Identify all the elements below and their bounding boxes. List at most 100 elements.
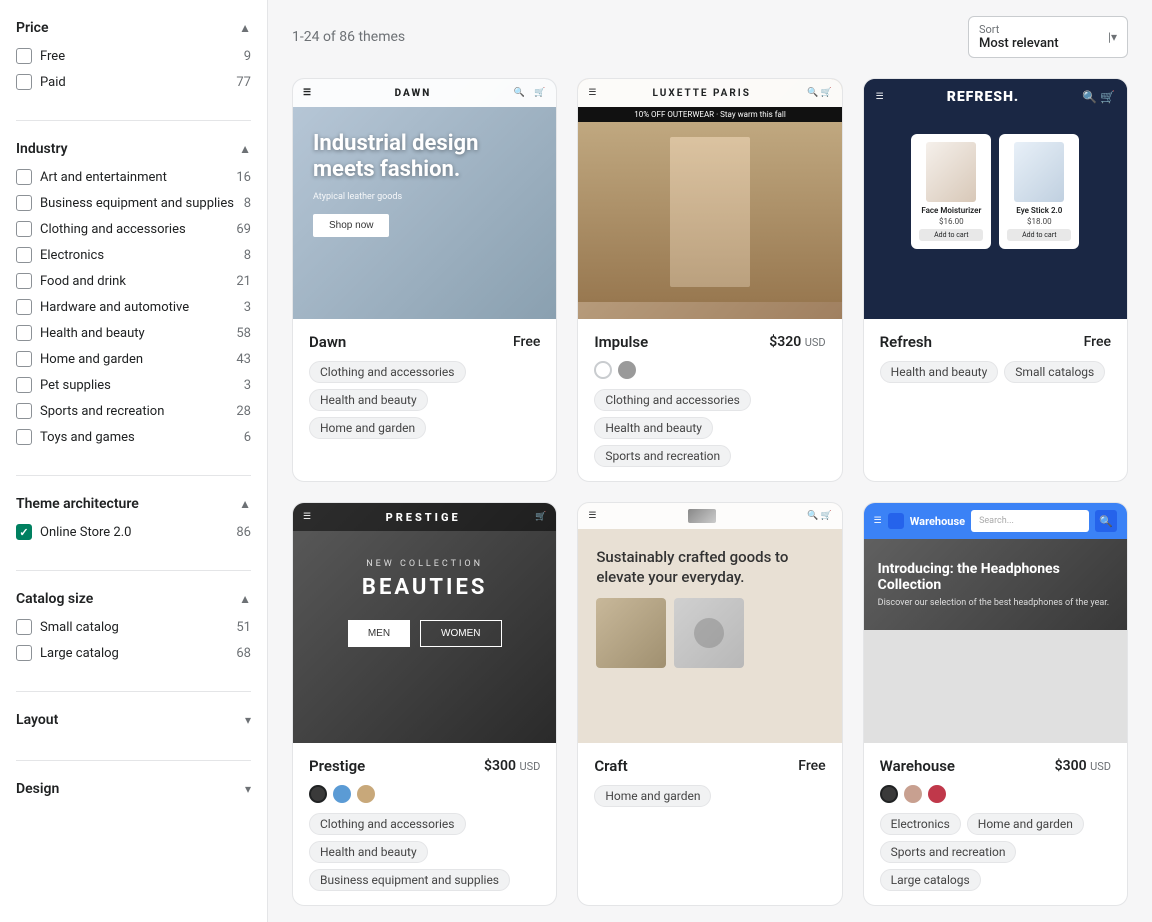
prestige-tag-health[interactable]: Health and beauty xyxy=(309,841,428,863)
sports-checkbox[interactable] xyxy=(16,403,32,419)
art-checkbox[interactable] xyxy=(16,169,32,185)
business-checkbox[interactable] xyxy=(16,195,32,211)
refresh-tag-health[interactable]: Health and beauty xyxy=(880,361,999,383)
prestige-tag-business[interactable]: Business equipment and supplies xyxy=(309,869,510,891)
electronics-checkbox[interactable] xyxy=(16,247,32,263)
warehouse-name: Warehouse xyxy=(880,757,955,775)
theme-card-impulse[interactable]: ☰ LUXETTE PARIS 🔍 🛒 10% OFF OUTERWEAR · … xyxy=(577,78,842,482)
price-chevron-icon: ▲ xyxy=(239,21,251,35)
toys-checkbox[interactable] xyxy=(16,429,32,445)
os2-checkbox[interactable] xyxy=(16,524,32,540)
refresh-price: Free xyxy=(1084,334,1111,350)
industry-filter-section: Industry ▲ Art and entertainment 16 Busi… xyxy=(16,141,251,476)
art-count: 16 xyxy=(236,170,251,185)
filter-item-free: Free 9 xyxy=(16,48,251,64)
warehouse-tag-large[interactable]: Large catalogs xyxy=(880,869,981,891)
hardware-label: Hardware and automotive xyxy=(40,300,189,315)
health-checkbox[interactable] xyxy=(16,325,32,341)
main-content: 1-24 of 86 themes Sort Most relevant |▾ … xyxy=(268,0,1152,922)
refresh-preview: ☰ REFRESH. 🔍 🛒 Face Moisturizer $16.00 A… xyxy=(864,79,1127,319)
food-checkbox[interactable] xyxy=(16,273,32,289)
catalog-header[interactable]: Catalog size ▲ xyxy=(16,591,251,607)
design-title: Design xyxy=(16,781,59,797)
craft-info: Craft Free Home and garden xyxy=(578,743,841,821)
prestige-swatch-tan[interactable] xyxy=(357,785,375,803)
theme-arch-title: Theme architecture xyxy=(16,496,139,512)
price-filter-title: Price xyxy=(16,20,49,36)
large-catalog-checkbox[interactable] xyxy=(16,645,32,661)
sidebar: Price ▲ Free 9 Paid 77 xyxy=(0,0,268,922)
impulse-tag-health[interactable]: Health and beauty xyxy=(594,417,713,439)
theme-arch-section: Theme architecture ▲ Online Store 2.0 86 xyxy=(16,496,251,571)
craft-tag-home[interactable]: Home and garden xyxy=(594,785,711,807)
design-header[interactable]: Design ▾ xyxy=(16,781,251,797)
refresh-product-1: Face Moisturizer $16.00 Add to cart xyxy=(911,134,991,249)
warehouse-swatches xyxy=(880,785,1111,803)
hardware-count: 3 xyxy=(244,300,251,315)
paid-checkbox[interactable] xyxy=(16,74,32,90)
warehouse-info: Warehouse $300 USD Electronics Home and … xyxy=(864,743,1127,905)
warehouse-tag-sports[interactable]: Sports and recreation xyxy=(880,841,1017,863)
warehouse-swatch-red[interactable] xyxy=(928,785,946,803)
clothing-checkbox[interactable] xyxy=(16,221,32,237)
impulse-swatch-gray[interactable] xyxy=(618,361,636,379)
main-header: 1-24 of 86 themes Sort Most relevant |▾ xyxy=(292,16,1128,58)
dawn-price: Free xyxy=(513,334,540,350)
prestige-men-button[interactable]: MEN xyxy=(348,620,410,647)
electronics-label: Electronics xyxy=(40,248,104,263)
warehouse-tag-home[interactable]: Home and garden xyxy=(967,813,1084,835)
impulse-tag-sports[interactable]: Sports and recreation xyxy=(594,445,731,467)
theme-arch-header[interactable]: Theme architecture ▲ xyxy=(16,496,251,512)
industry-filter-items: Art and entertainment 16 Business equipm… xyxy=(16,169,251,445)
pet-checkbox[interactable] xyxy=(16,377,32,393)
prestige-info: Prestige $300 USD Clothing and accessori… xyxy=(293,743,556,905)
theme-card-prestige[interactable]: ☰ PRESTIGE 🛒 New Collection BEAUTIES MEN… xyxy=(292,502,557,906)
prestige-swatch-blue[interactable] xyxy=(333,785,351,803)
home-count: 43 xyxy=(236,352,251,367)
refresh-product-2: Eye Stick 2.0 $18.00 Add to cart xyxy=(999,134,1079,249)
theme-card-warehouse[interactable]: ☰ Warehouse Search... 🔍 Introducing: the… xyxy=(863,502,1128,906)
impulse-preview: ☰ LUXETTE PARIS 🔍 🛒 10% OFF OUTERWEAR · … xyxy=(578,79,841,319)
prestige-women-button[interactable]: WOMEN xyxy=(420,620,501,647)
catalog-chevron-icon: ▲ xyxy=(239,592,251,606)
prestige-swatch-dark[interactable] xyxy=(309,785,327,803)
catalog-section: Catalog size ▲ Small catalog 51 Large ca… xyxy=(16,591,251,692)
catalog-items: Small catalog 51 Large catalog 68 xyxy=(16,619,251,661)
impulse-price: $320 USD xyxy=(769,334,825,350)
impulse-swatch-white[interactable] xyxy=(594,361,612,379)
warehouse-swatch-dark[interactable] xyxy=(880,785,898,803)
layout-header[interactable]: Layout ▾ xyxy=(16,712,251,728)
dawn-tag-home[interactable]: Home and garden xyxy=(309,417,426,439)
home-checkbox[interactable] xyxy=(16,351,32,367)
prestige-tag-clothing[interactable]: Clothing and accessories xyxy=(309,813,466,835)
theme-card-refresh[interactable]: ☰ REFRESH. 🔍 🛒 Face Moisturizer $16.00 A… xyxy=(863,78,1128,482)
prestige-preview: ☰ PRESTIGE 🛒 New Collection BEAUTIES MEN… xyxy=(293,503,556,743)
filter-item-art: Art and entertainment 16 xyxy=(16,169,251,185)
theme-arch-chevron-icon: ▲ xyxy=(239,497,251,511)
large-catalog-count: 68 xyxy=(236,646,251,661)
theme-card-dawn[interactable]: ☰ DAWN 🔍🛒 Industrial design meets fashio… xyxy=(292,78,557,482)
industry-filter-header[interactable]: Industry ▲ xyxy=(16,141,251,157)
prestige-price: $300 USD xyxy=(484,758,540,774)
warehouse-tag-electronics[interactable]: Electronics xyxy=(880,813,961,835)
dawn-tag-health[interactable]: Health and beauty xyxy=(309,389,428,411)
sort-dropdown[interactable]: Sort Most relevant |▾ xyxy=(968,16,1128,58)
price-filter-header[interactable]: Price ▲ xyxy=(16,20,251,36)
sort-label: Sort xyxy=(979,23,1102,36)
health-count: 58 xyxy=(236,326,251,341)
dawn-tag-clothing[interactable]: Clothing and accessories xyxy=(309,361,466,383)
hardware-checkbox[interactable] xyxy=(16,299,32,315)
price-filter-section: Price ▲ Free 9 Paid 77 xyxy=(16,20,251,121)
dawn-shop-now-button[interactable]: Shop now xyxy=(313,214,389,237)
craft-tags: Home and garden xyxy=(594,785,825,807)
theme-card-craft[interactable]: ☰ 🔍 🛒 Sustainably crafted goods to eleva… xyxy=(577,502,842,906)
impulse-tag-clothing[interactable]: Clothing and accessories xyxy=(594,389,751,411)
warehouse-swatch-pink[interactable] xyxy=(904,785,922,803)
small-catalog-checkbox[interactable] xyxy=(16,619,32,635)
free-checkbox[interactable] xyxy=(16,48,32,64)
impulse-swatches xyxy=(594,361,825,379)
warehouse-tags: Electronics Home and garden Sports and r… xyxy=(880,813,1111,891)
results-count: 1-24 of 86 themes xyxy=(292,29,405,45)
refresh-tag-small[interactable]: Small catalogs xyxy=(1004,361,1105,383)
sort-chevron-icon: |▾ xyxy=(1108,30,1117,44)
